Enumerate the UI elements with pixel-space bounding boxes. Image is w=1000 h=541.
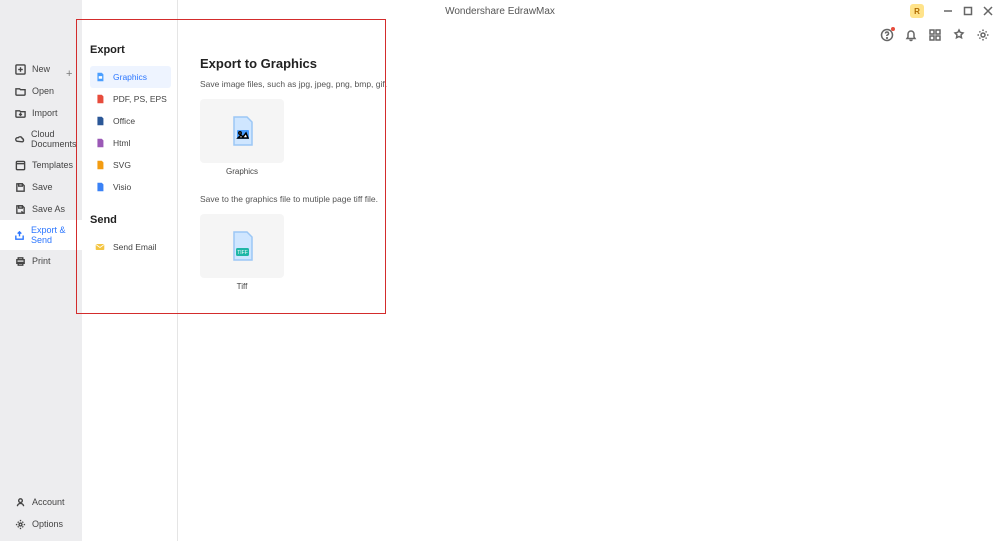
card-tiff[interactable]: TIFF xyxy=(200,214,284,278)
export-graphics-label: Graphics xyxy=(113,72,147,82)
plus-icon xyxy=(14,63,26,75)
file-open-label: Open xyxy=(32,86,54,96)
file-open[interactable]: Open xyxy=(0,80,82,102)
export-visio[interactable]: Visio xyxy=(90,176,171,198)
file-print[interactable]: Print xyxy=(0,250,82,272)
export-panel: Export Graphics PDF, PS, EPS Office Html… xyxy=(82,0,178,541)
file-save[interactable]: Save xyxy=(0,176,82,198)
save-icon xyxy=(14,181,26,193)
desc-tiff: Save to the graphics file to mutiple pag… xyxy=(200,194,978,204)
file-save-as[interactable]: Save As xyxy=(0,198,82,220)
import-icon xyxy=(14,107,26,119)
file-save-as-label: Save As xyxy=(32,204,65,214)
card-tiff-label: Tiff xyxy=(200,282,284,291)
export-graphics[interactable]: Graphics xyxy=(90,66,171,88)
print-icon xyxy=(14,255,26,267)
visio-icon xyxy=(94,181,106,193)
export-html-label: Html xyxy=(113,138,130,148)
file-options[interactable]: Options xyxy=(0,513,82,535)
export-pdf[interactable]: PDF, PS, EPS xyxy=(90,88,171,110)
templates-icon xyxy=(14,159,26,171)
export-pdf-label: PDF, PS, EPS xyxy=(113,94,167,104)
file-account-label: Account xyxy=(32,497,65,507)
svg-text:TIFF: TIFF xyxy=(237,250,248,256)
file-options-label: Options xyxy=(32,519,63,529)
send-email-label: Send Email xyxy=(113,242,156,252)
file-new-label: New xyxy=(32,64,50,74)
email-icon xyxy=(94,241,106,253)
graphics-file-icon xyxy=(228,115,256,147)
export-visio-label: Visio xyxy=(113,182,131,192)
file-sidebar: New Open Import Cloud Documents Template… xyxy=(0,0,82,541)
file-export-send[interactable]: Export & Send xyxy=(0,220,82,250)
page-title: Export to Graphics xyxy=(200,56,978,71)
card-graphics[interactable] xyxy=(200,99,284,163)
file-export-label: Export & Send xyxy=(31,225,74,245)
main-content: Export to Graphics Save image files, suc… xyxy=(178,0,1000,541)
export-html[interactable]: Html xyxy=(90,132,171,154)
send-email[interactable]: Send Email xyxy=(90,236,171,258)
graphics-icon xyxy=(94,71,106,83)
export-svg[interactable]: SVG xyxy=(90,154,171,176)
file-cloud-documents[interactable]: Cloud Documents xyxy=(0,124,82,154)
export-icon xyxy=(14,229,25,241)
export-svg-label: SVG xyxy=(113,160,131,170)
file-cloud-label: Cloud Documents xyxy=(31,129,77,149)
desc-graphics: Save image files, such as jpg, jpeg, png… xyxy=(200,79,978,89)
cloud-icon xyxy=(14,133,25,145)
file-import-label: Import xyxy=(32,108,58,118)
file-new[interactable]: New xyxy=(0,58,82,80)
export-office[interactable]: Office xyxy=(90,110,171,132)
user-icon xyxy=(14,496,26,508)
html-icon xyxy=(94,137,106,149)
send-heading: Send xyxy=(90,214,171,226)
file-account[interactable]: Account xyxy=(0,491,82,513)
gear-icon xyxy=(14,518,26,530)
file-templates[interactable]: Templates xyxy=(0,154,82,176)
svg-icon xyxy=(94,159,106,171)
folder-icon xyxy=(14,85,26,97)
office-icon xyxy=(94,115,106,127)
pdf-icon xyxy=(94,93,106,105)
file-templates-label: Templates xyxy=(32,160,73,170)
save-as-icon xyxy=(14,203,26,215)
file-print-label: Print xyxy=(32,256,51,266)
file-import[interactable]: Import xyxy=(0,102,82,124)
card-graphics-label: Graphics xyxy=(200,167,284,176)
export-office-label: Office xyxy=(113,116,135,126)
tiff-file-icon: TIFF xyxy=(228,230,256,262)
file-save-label: Save xyxy=(32,182,53,192)
export-heading: Export xyxy=(90,44,171,56)
